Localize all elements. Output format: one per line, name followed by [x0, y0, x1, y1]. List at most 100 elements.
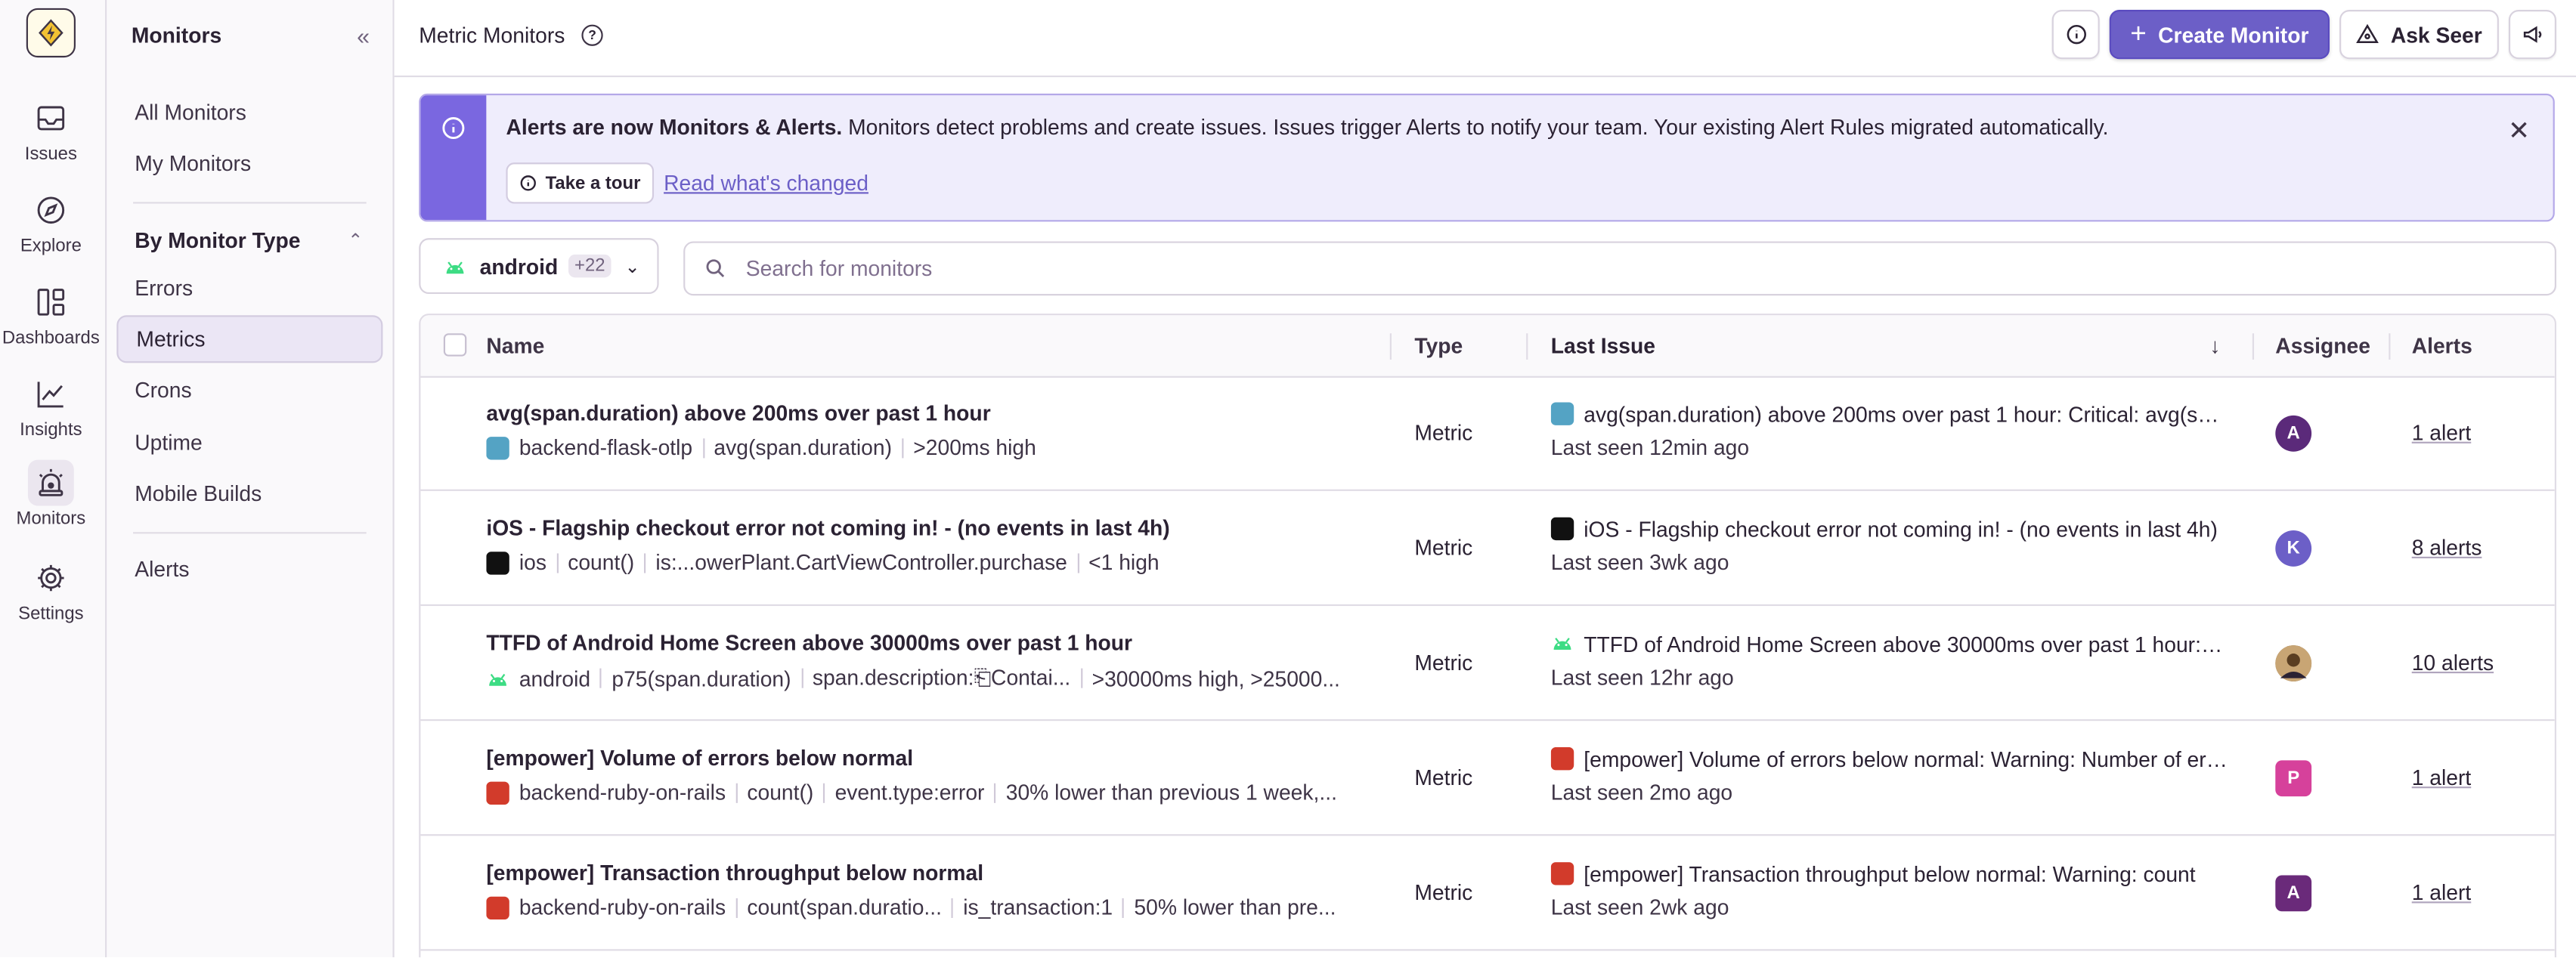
rail-item-settings[interactable]: Settings — [0, 555, 102, 624]
rail-item-dashboards[interactable]: Dashboards — [0, 279, 102, 348]
row-last-issue[interactable]: iOS - Flagship checkout error not coming… — [1550, 517, 2228, 542]
project-selector[interactable]: android +22 ⌄ — [419, 238, 659, 295]
info-button[interactable] — [2051, 10, 2100, 60]
column-alerts[interactable]: Alerts — [2412, 333, 2472, 358]
row-issue-title: TTFD of Android Home Screen above 30000m… — [1584, 632, 2228, 657]
issue-project-icon — [1551, 632, 1584, 652]
row-meta-item: count() — [747, 780, 814, 805]
row-last-issue[interactable]: avg(span.duration) above 200ms over past… — [1550, 402, 2228, 428]
column-separator — [1526, 333, 1528, 360]
row-last-seen: Last seen 3wk ago — [1550, 550, 1729, 575]
meta-separator — [1122, 897, 1125, 917]
nav-link-errors[interactable]: Errors — [116, 264, 382, 312]
row-monitor-name[interactable]: iOS - Flagship checkout error not coming… — [486, 515, 1169, 540]
question-icon[interactable]: ? — [581, 24, 603, 46]
rail-label: Dashboards — [2, 328, 100, 348]
banner-bold: Alerts are now Monitors & Alerts. — [506, 115, 843, 140]
row-meta-item: p75(span.duration) — [611, 666, 791, 691]
meta-separator — [994, 782, 996, 802]
table-row[interactable]: [empower] Volume of errors below normal b… — [420, 721, 2555, 836]
sort-arrow-down-icon[interactable]: ↓ — [2209, 333, 2220, 358]
nav-link-metrics[interactable]: Metrics — [116, 315, 383, 363]
meta-separator — [735, 782, 738, 802]
migration-banner: Alerts are now Monitors & Alerts. Monito… — [419, 93, 2555, 222]
rail-label: Insights — [20, 420, 82, 440]
nav-link-alerts[interactable]: Alerts — [116, 545, 382, 593]
column-name[interactable]: Name — [486, 333, 544, 358]
column-separator — [1389, 333, 1392, 360]
collapse-sidebar-icon[interactable]: « — [357, 25, 370, 48]
nav-section-by-monitor-type[interactable]: By Monitor Type — [135, 228, 300, 253]
project-count-badge: +22 — [568, 254, 612, 278]
meta-separator — [735, 897, 738, 917]
page-header: Metric Monitors ? + Create Monitor Ask S… — [394, 0, 2576, 78]
row-meta: backend-flask-otlp avg(span.duration) >200… — [486, 435, 1365, 460]
row-monitor-name[interactable]: [empower] Volume of errors below normal — [486, 746, 913, 771]
rail-item-explore[interactable]: Explore — [0, 187, 102, 256]
row-last-issue[interactable]: [empower] Volume of errors below normal:… — [1550, 746, 2228, 772]
row-monitor-name[interactable]: TTFD of Android Home Screen above 30000m… — [486, 631, 1132, 656]
row-alerts-link[interactable]: 1 alert — [2412, 765, 2472, 790]
nav-link-my-monitors[interactable]: My Monitors — [116, 140, 382, 187]
table-row[interactable]: iOS - Flagship checkout error not coming… — [420, 491, 2555, 607]
nav-link-mobile-builds[interactable]: Mobile Builds — [116, 470, 382, 518]
row-meta-item: is_transaction:1 — [963, 895, 1113, 920]
meta-separator — [556, 552, 559, 573]
meta-separator — [902, 437, 904, 458]
row-alerts-link[interactable]: 1 alert — [2412, 880, 2472, 905]
nav-link-crons[interactable]: Crons — [116, 366, 382, 414]
row-meta-item: span.description:⎗Contai... — [812, 665, 1071, 690]
dashboard-icon — [28, 279, 74, 325]
nav-link-all-monitors[interactable]: All Monitors — [116, 88, 382, 136]
row-project: backend-ruby-on-rails — [519, 780, 726, 805]
assignee-avatar[interactable]: A — [2275, 415, 2312, 452]
compass-icon — [28, 187, 74, 233]
ask-seer-button[interactable]: Ask Seer — [2339, 10, 2499, 60]
table-row[interactable]: TTFD of Android Home Screen above 30000m… — [420, 606, 2555, 722]
row-alerts-link[interactable]: 8 alerts — [2412, 536, 2482, 561]
ask-seer-label: Ask Seer — [2390, 22, 2482, 47]
rail-item-insights[interactable]: Insights — [0, 371, 102, 440]
siren-icon — [27, 459, 74, 506]
sentry-logo[interactable] — [26, 8, 76, 58]
read-changes-link[interactable]: Read what's changed — [664, 171, 868, 196]
close-icon[interactable]: ✕ — [2508, 115, 2530, 147]
column-assignee[interactable]: Assignee — [2275, 333, 2370, 358]
feedback-button[interactable] — [2508, 10, 2556, 60]
row-last-issue[interactable]: [empower] Transaction throughput below n… — [1550, 862, 2228, 887]
search-bar[interactable] — [683, 241, 2556, 296]
take-tour-button[interactable]: Take a tour — [506, 162, 654, 204]
rail-item-monitors[interactable]: Monitors — [0, 459, 102, 529]
select-all-checkbox[interactable] — [443, 333, 467, 357]
assignee-avatar[interactable] — [2275, 645, 2312, 682]
chevron-up-icon[interactable]: ⌃ — [348, 230, 363, 251]
project-ios-icon — [486, 551, 509, 574]
row-meta: backend-ruby-on-rails count(span.duratio.… — [486, 895, 1365, 920]
search-input[interactable] — [742, 254, 1735, 283]
row-type: Metric — [1414, 535, 1473, 561]
assignee-avatar[interactable]: A — [2275, 875, 2312, 912]
create-monitor-button[interactable]: + Create Monitor — [2109, 10, 2330, 60]
column-type[interactable]: Type — [1414, 333, 1463, 358]
row-meta: android p75(span.duration) span.descriptio… — [486, 665, 1365, 691]
row-issue-title: avg(span.duration) above 200ms over past… — [1584, 402, 2228, 428]
meta-separator — [644, 552, 646, 573]
table-row[interactable]: avg(span.duration) above 200ms over past… — [420, 376, 2555, 491]
table-row[interactable]: [empower] Transaction throughput below n… — [420, 836, 2555, 951]
assignee-initial: K — [2287, 538, 2300, 558]
assignee-avatar[interactable]: K — [2275, 530, 2312, 567]
row-alerts-link[interactable]: 1 alert — [2412, 420, 2472, 445]
assignee-avatar[interactable]: P — [2275, 760, 2312, 797]
row-monitor-name[interactable]: [empower] Transaction throughput below n… — [486, 861, 983, 885]
row-last-issue[interactable]: TTFD of Android Home Screen above 30000m… — [1551, 632, 2228, 657]
meta-separator — [952, 897, 954, 917]
row-alerts-link[interactable]: 10 alerts — [2412, 651, 2494, 675]
row-last-seen: Last seen 2mo ago — [1550, 780, 1733, 805]
row-meta-item: count() — [568, 550, 635, 575]
row-type: Metric — [1414, 879, 1473, 905]
row-monitor-name[interactable]: avg(span.duration) above 200ms over past… — [486, 400, 990, 425]
rail-item-issues[interactable]: Issues — [0, 95, 102, 164]
plus-icon: + — [2130, 17, 2147, 50]
column-last-issue[interactable]: Last Issue — [1551, 333, 1655, 358]
nav-link-uptime[interactable]: Uptime — [116, 419, 382, 466]
